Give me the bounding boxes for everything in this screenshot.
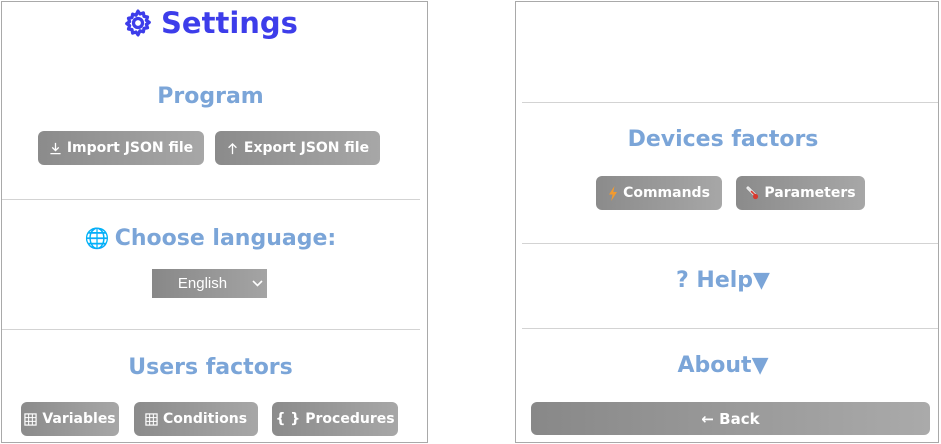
language-heading-text: Choose language: (114, 225, 337, 251)
import-json-label: Import JSON file (66, 140, 194, 156)
page-title: Settings (2, 4, 419, 42)
devices-factors-heading: Devices factors (627, 126, 819, 152)
section-divider (522, 243, 938, 244)
parameters-button[interactable]: Parameters (736, 176, 865, 210)
download-icon (49, 142, 62, 155)
about-toggle[interactable]: About▼ (516, 349, 930, 381)
export-json-label: Export JSON file (243, 140, 370, 156)
grid-icon (24, 412, 38, 426)
program-heading: Program (157, 83, 264, 109)
commands-button[interactable]: Commands (596, 176, 722, 210)
braces-icon: { } (275, 411, 301, 427)
globe-icon: 🌐 (84, 226, 110, 250)
procedures-label: Procedures (305, 411, 395, 427)
section-divider (522, 328, 938, 329)
grid-icon (145, 412, 158, 426)
settings-panel-right: Devices factors Commands Parameters ? He… (515, 1, 939, 443)
conditions-label: Conditions (162, 411, 248, 427)
back-button[interactable]: ← Back (531, 402, 930, 435)
section-divider (2, 199, 420, 200)
thermometer-icon (745, 186, 759, 200)
variables-button[interactable]: Variables (21, 402, 119, 436)
section-divider (2, 329, 420, 330)
gear-icon (123, 8, 153, 38)
variables-label: Variables (42, 411, 116, 427)
section-divider (522, 102, 938, 103)
import-json-button[interactable]: Import JSON file (38, 131, 204, 165)
conditions-button[interactable]: Conditions (134, 402, 258, 436)
procedures-button[interactable]: { } Procedures (272, 402, 398, 436)
help-toggle[interactable]: ? Help▼ (516, 264, 930, 296)
chevron-down-icon (247, 280, 267, 287)
language-select-value: English (177, 275, 228, 292)
page-title-text: Settings (161, 6, 298, 40)
export-json-button[interactable]: Export JSON file (215, 131, 380, 165)
users-factors-heading: Users factors (128, 354, 293, 380)
commands-label: Commands (623, 185, 710, 201)
language-select[interactable]: English (152, 269, 267, 298)
language-heading: 🌐 Choose language: (2, 222, 419, 254)
settings-panel-left: Settings Program Import JSON file Export… (1, 1, 428, 443)
lightning-icon (608, 185, 618, 201)
parameters-label: Parameters (764, 185, 856, 201)
arrow-up-icon (226, 142, 239, 155)
